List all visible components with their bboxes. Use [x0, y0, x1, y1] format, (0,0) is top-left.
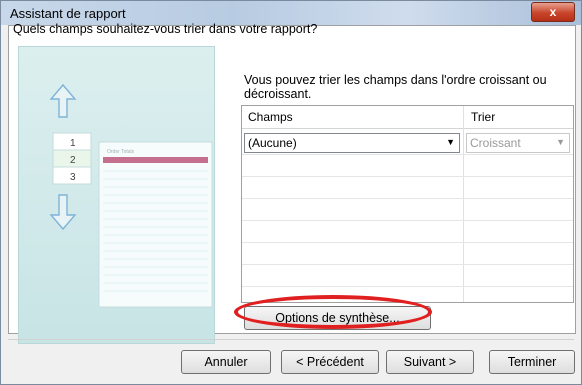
sort-order-value: Croissant [470, 136, 521, 150]
sort-fields-grid: Champs Trier (Aucune) ▼ Croissant ▼ [241, 105, 574, 303]
field-select[interactable]: (Aucune) ▼ [244, 133, 460, 153]
grid-row-line [242, 176, 573, 177]
sort-level-2: 2 [70, 155, 76, 166]
cancel-button[interactable]: Annuler [181, 350, 271, 374]
mini-table-header [103, 157, 208, 163]
column-header-champs: Champs [248, 110, 293, 124]
sort-order-select: Croissant ▼ [466, 133, 570, 153]
down-arrow-icon [49, 194, 77, 231]
up-arrow-icon [49, 83, 77, 118]
wizard-question: Quels champs souhaitez-vous trier dans v… [13, 22, 318, 36]
report-wizard-window: Assistant de rapport x Quels champs souh… [0, 0, 582, 385]
window-title: Assistant de rapport [10, 6, 126, 21]
column-header-trier: Trier [471, 110, 496, 124]
sort-illustration: 1 2 3 Order Totals [18, 46, 215, 344]
close-button[interactable]: x [531, 2, 575, 22]
grid-row-line [242, 198, 573, 199]
mini-table-title: Order Totals [107, 149, 135, 155]
illustration-graphic: 1 2 3 Order Totals [49, 83, 213, 308]
grid-row-line [242, 154, 573, 155]
footer-divider [8, 339, 574, 340]
next-button[interactable]: Suivant > [386, 350, 474, 374]
sort-hint-text: Vous pouvez trier les champs dans l'ordr… [244, 73, 547, 101]
grid-row-line [242, 286, 573, 287]
grid-row-line [242, 264, 573, 265]
column-divider [463, 106, 464, 302]
highlight-oval [234, 295, 432, 329]
back-button[interactable]: < Précédent [281, 350, 379, 374]
sort-level-1: 1 [70, 138, 76, 149]
chevron-down-icon: ▼ [446, 137, 455, 147]
chevron-down-icon: ▼ [556, 137, 565, 147]
finish-button[interactable]: Terminer [489, 350, 575, 374]
grid-row-line [242, 242, 573, 243]
grid-row-line [242, 220, 573, 221]
grid-header: Champs Trier [242, 106, 573, 129]
field-select-value: (Aucune) [248, 136, 297, 150]
sort-level-3: 3 [70, 172, 76, 183]
